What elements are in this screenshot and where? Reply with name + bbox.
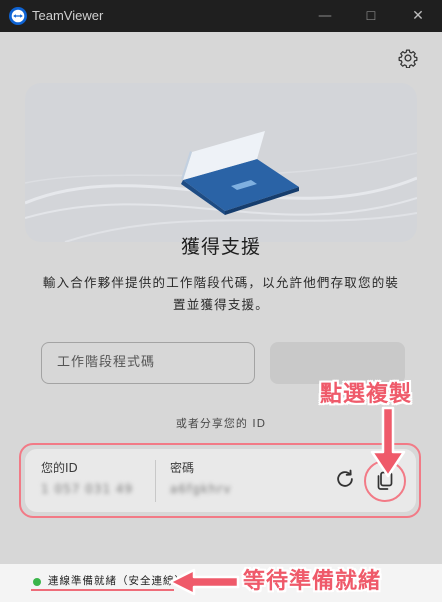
- minimize-icon[interactable]: —: [315, 6, 335, 26]
- gear-icon[interactable]: [398, 48, 418, 68]
- maximize-icon[interactable]: ☐: [361, 6, 381, 26]
- window-title: TeamViewer: [32, 8, 104, 23]
- your-id-value: 1 057 031 49: [41, 482, 134, 496]
- page-description: 輸入合作夥伴提供的工作階段代碼，以允許他們存取您的裝置並獲得支援。: [42, 275, 400, 312]
- id-card: [25, 449, 416, 512]
- teamviewer-logo-icon: [9, 7, 27, 25]
- arrow-left-icon: [168, 568, 240, 596]
- password-value: a6fgkhrv: [170, 482, 232, 496]
- hero-illustration: [25, 83, 417, 242]
- status-dot-icon: [33, 578, 41, 586]
- your-id-label: 您的ID: [41, 461, 78, 475]
- title-bar: TeamViewer — ☐ ✕: [0, 0, 442, 32]
- password-label: 密碼: [170, 461, 195, 475]
- connection-status: 連線準備就緒（安全連線）: [48, 575, 186, 587]
- arrow-down-icon: [370, 406, 406, 478]
- annotation-wait-label: 等待準備就緒: [243, 569, 382, 594]
- id-card-divider: [155, 460, 156, 502]
- annotation-copy-label: 點選複製: [320, 382, 413, 407]
- status-underline: [31, 589, 174, 591]
- session-code-input[interactable]: 工作階段程式碼: [41, 342, 255, 384]
- close-icon[interactable]: ✕: [408, 6, 428, 26]
- refresh-password-icon[interactable]: [334, 468, 356, 490]
- page-heading: 獲得支援: [180, 236, 261, 258]
